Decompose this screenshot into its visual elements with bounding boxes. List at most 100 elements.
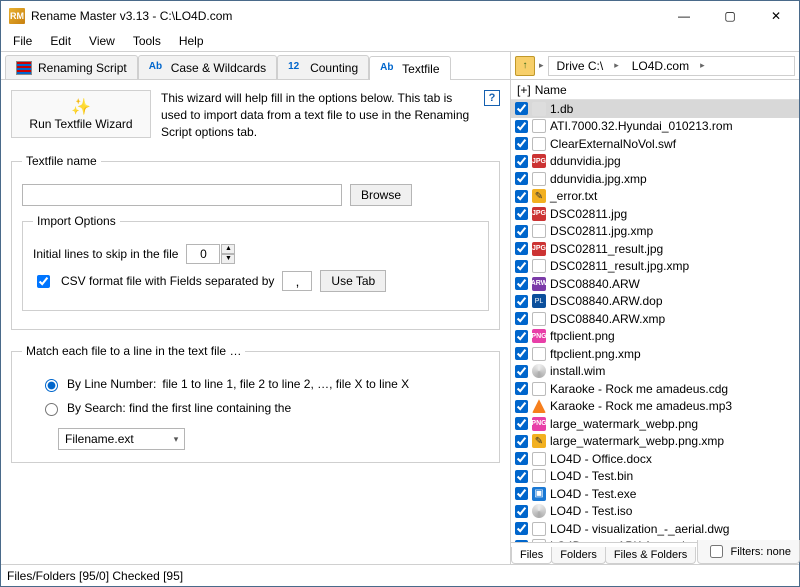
file-checkbox[interactable] xyxy=(515,172,528,185)
file-type-icon: PNG xyxy=(532,417,546,431)
menu-edit[interactable]: Edit xyxy=(42,32,79,50)
btab-filters[interactable]: Filters: none xyxy=(697,540,800,564)
file-checkbox[interactable] xyxy=(515,137,528,150)
expand-all-icon[interactable]: [+] xyxy=(517,83,531,97)
match-by-search[interactable]: By Search: find the first line containin… xyxy=(40,400,489,416)
tab-case-wildcards[interactable]: Ab Case & Wildcards xyxy=(138,55,277,79)
file-checkbox[interactable] xyxy=(515,522,528,535)
skip-lines-value[interactable] xyxy=(186,244,220,264)
file-row[interactable]: LO4D - Office.docx xyxy=(511,450,799,468)
file-row[interactable]: ✎_error.txt xyxy=(511,188,799,206)
breadcrumb[interactable]: Drive C:\▸ LO4D.com▸ xyxy=(548,56,795,76)
up-folder-button[interactable]: ↑ xyxy=(515,56,535,76)
file-row[interactable]: Karaoke - Rock me amadeus.cdg xyxy=(511,380,799,398)
file-checkbox[interactable] xyxy=(515,470,528,483)
crumb-folder[interactable]: LO4D.com xyxy=(624,57,696,75)
file-row[interactable]: LO4D - Test.iso xyxy=(511,503,799,521)
maximize-button[interactable]: ▢ xyxy=(707,1,753,31)
file-row[interactable]: ClearExternalNoVol.swf xyxy=(511,135,799,153)
wizard-button-label: Run Textfile Wizard xyxy=(29,117,132,131)
run-textfile-wizard-button[interactable]: ✨ Run Textfile Wizard xyxy=(11,90,151,138)
file-checkbox[interactable] xyxy=(515,365,528,378)
spinner-down-icon[interactable]: ▼ xyxy=(221,254,235,264)
file-checkbox[interactable] xyxy=(515,330,528,343)
radio-by-search[interactable] xyxy=(45,403,58,416)
textfile-name-input[interactable] xyxy=(22,184,342,206)
file-row[interactable]: ✎large_watermark_webp.png.xmp xyxy=(511,433,799,451)
file-checkbox[interactable] xyxy=(515,347,528,360)
file-row[interactable]: PNGlarge_watermark_webp.png xyxy=(511,415,799,433)
file-checkbox[interactable] xyxy=(515,487,528,500)
opt2-label: By Search: find the first line containin… xyxy=(67,401,291,415)
counting-icon: 12 xyxy=(288,61,304,75)
file-row[interactable]: PNGftpclient.png xyxy=(511,328,799,346)
file-checkbox[interactable] xyxy=(515,242,528,255)
match-by-line-number[interactable]: By Line Number: file 1 to line 1, file 2… xyxy=(40,376,489,392)
file-checkbox[interactable] xyxy=(515,120,528,133)
file-row[interactable]: JPGDSC02811_result.jpg xyxy=(511,240,799,258)
file-row[interactable]: PLDSC08840.ARW.dop xyxy=(511,293,799,311)
file-checkbox[interactable] xyxy=(515,435,528,448)
skip-lines-spinner[interactable]: ▲ ▼ xyxy=(186,244,235,264)
tab-renaming-script[interactable]: Renaming Script xyxy=(5,55,138,79)
file-list-header[interactable]: [+] Name xyxy=(511,80,799,100)
csv-format-checkbox[interactable] xyxy=(37,275,50,288)
btab-files[interactable]: Files xyxy=(511,547,552,564)
file-row[interactable]: DSC08840.ARW.xmp xyxy=(511,310,799,328)
menu-tools[interactable]: Tools xyxy=(125,32,169,50)
file-checkbox[interactable] xyxy=(515,260,528,273)
file-row[interactable]: LO4D - Test.bin xyxy=(511,468,799,486)
minimize-button[interactable]: — xyxy=(661,1,707,31)
btab-folders[interactable]: Folders xyxy=(551,547,606,564)
file-row[interactable]: ddunvidia.jpg.xmp xyxy=(511,170,799,188)
file-checkbox[interactable] xyxy=(515,295,528,308)
csv-separator-input[interactable] xyxy=(282,271,312,291)
file-checkbox[interactable] xyxy=(515,207,528,220)
menu-help[interactable]: Help xyxy=(171,32,212,50)
file-row[interactable]: DSC02811_result.jpg.xmp xyxy=(511,258,799,276)
file-checkbox[interactable] xyxy=(515,190,528,203)
file-checkbox[interactable] xyxy=(515,452,528,465)
tab-counting[interactable]: 12 Counting xyxy=(277,55,369,79)
filters-checkbox[interactable] xyxy=(710,545,723,558)
browse-button[interactable]: Browse xyxy=(350,184,412,206)
menu-view[interactable]: View xyxy=(81,32,123,50)
file-name: install.wim xyxy=(550,364,605,378)
file-checkbox[interactable] xyxy=(515,102,528,115)
file-checkbox[interactable] xyxy=(515,225,528,238)
file-checkbox[interactable] xyxy=(515,505,528,518)
spinner-up-icon[interactable]: ▲ xyxy=(221,244,235,254)
file-row[interactable]: LO4D - visualization_-_aerial.dwg xyxy=(511,520,799,538)
file-row[interactable]: JPGddunvidia.jpg xyxy=(511,153,799,171)
file-row[interactable]: DSC02811.jpg.xmp xyxy=(511,223,799,241)
tab-textfile[interactable]: Ab Textfile xyxy=(369,56,450,80)
file-list[interactable]: 1.dbATI.7000.32.Hyundai_010213.romClearE… xyxy=(511,100,799,542)
file-name: _error.txt xyxy=(550,189,597,203)
file-row[interactable]: JPGDSC02811.jpg xyxy=(511,205,799,223)
file-row[interactable]: ARWDSC08840.ARW xyxy=(511,275,799,293)
help-icon[interactable]: ? xyxy=(484,90,500,106)
file-checkbox[interactable] xyxy=(515,277,528,290)
file-checkbox[interactable] xyxy=(515,312,528,325)
file-row[interactable]: Karaoke - Rock me amadeus.mp3 xyxy=(511,398,799,416)
menu-file[interactable]: File xyxy=(5,32,40,50)
dropdown-icon[interactable]: ▸ xyxy=(539,60,544,71)
right-pane: ↑ ▸ Drive C:\▸ LO4D.com▸ [+] Name 1.dbAT… xyxy=(511,52,799,564)
file-type-icon xyxy=(532,382,546,396)
close-button[interactable]: ✕ xyxy=(753,1,799,31)
file-row[interactable]: ATI.7000.32.Hyundai_010213.rom xyxy=(511,118,799,136)
use-tab-button[interactable]: Use Tab xyxy=(320,270,386,292)
crumb-drive[interactable]: Drive C:\ xyxy=(549,57,611,75)
file-row[interactable]: install.wim xyxy=(511,363,799,381)
file-row[interactable]: 1.db xyxy=(511,100,799,118)
btab-files-folders[interactable]: Files & Folders xyxy=(605,547,696,564)
file-row[interactable]: ▣LO4D - Test.exe xyxy=(511,485,799,503)
radio-by-line-number[interactable] xyxy=(45,379,58,392)
file-name: Karaoke - Rock me amadeus.cdg xyxy=(550,382,728,396)
file-checkbox[interactable] xyxy=(515,155,528,168)
search-field-combo[interactable]: Filename.ext ▾ xyxy=(58,428,185,450)
file-checkbox[interactable] xyxy=(515,400,528,413)
file-checkbox[interactable] xyxy=(515,417,528,430)
file-checkbox[interactable] xyxy=(515,382,528,395)
file-row[interactable]: ftpclient.png.xmp xyxy=(511,345,799,363)
